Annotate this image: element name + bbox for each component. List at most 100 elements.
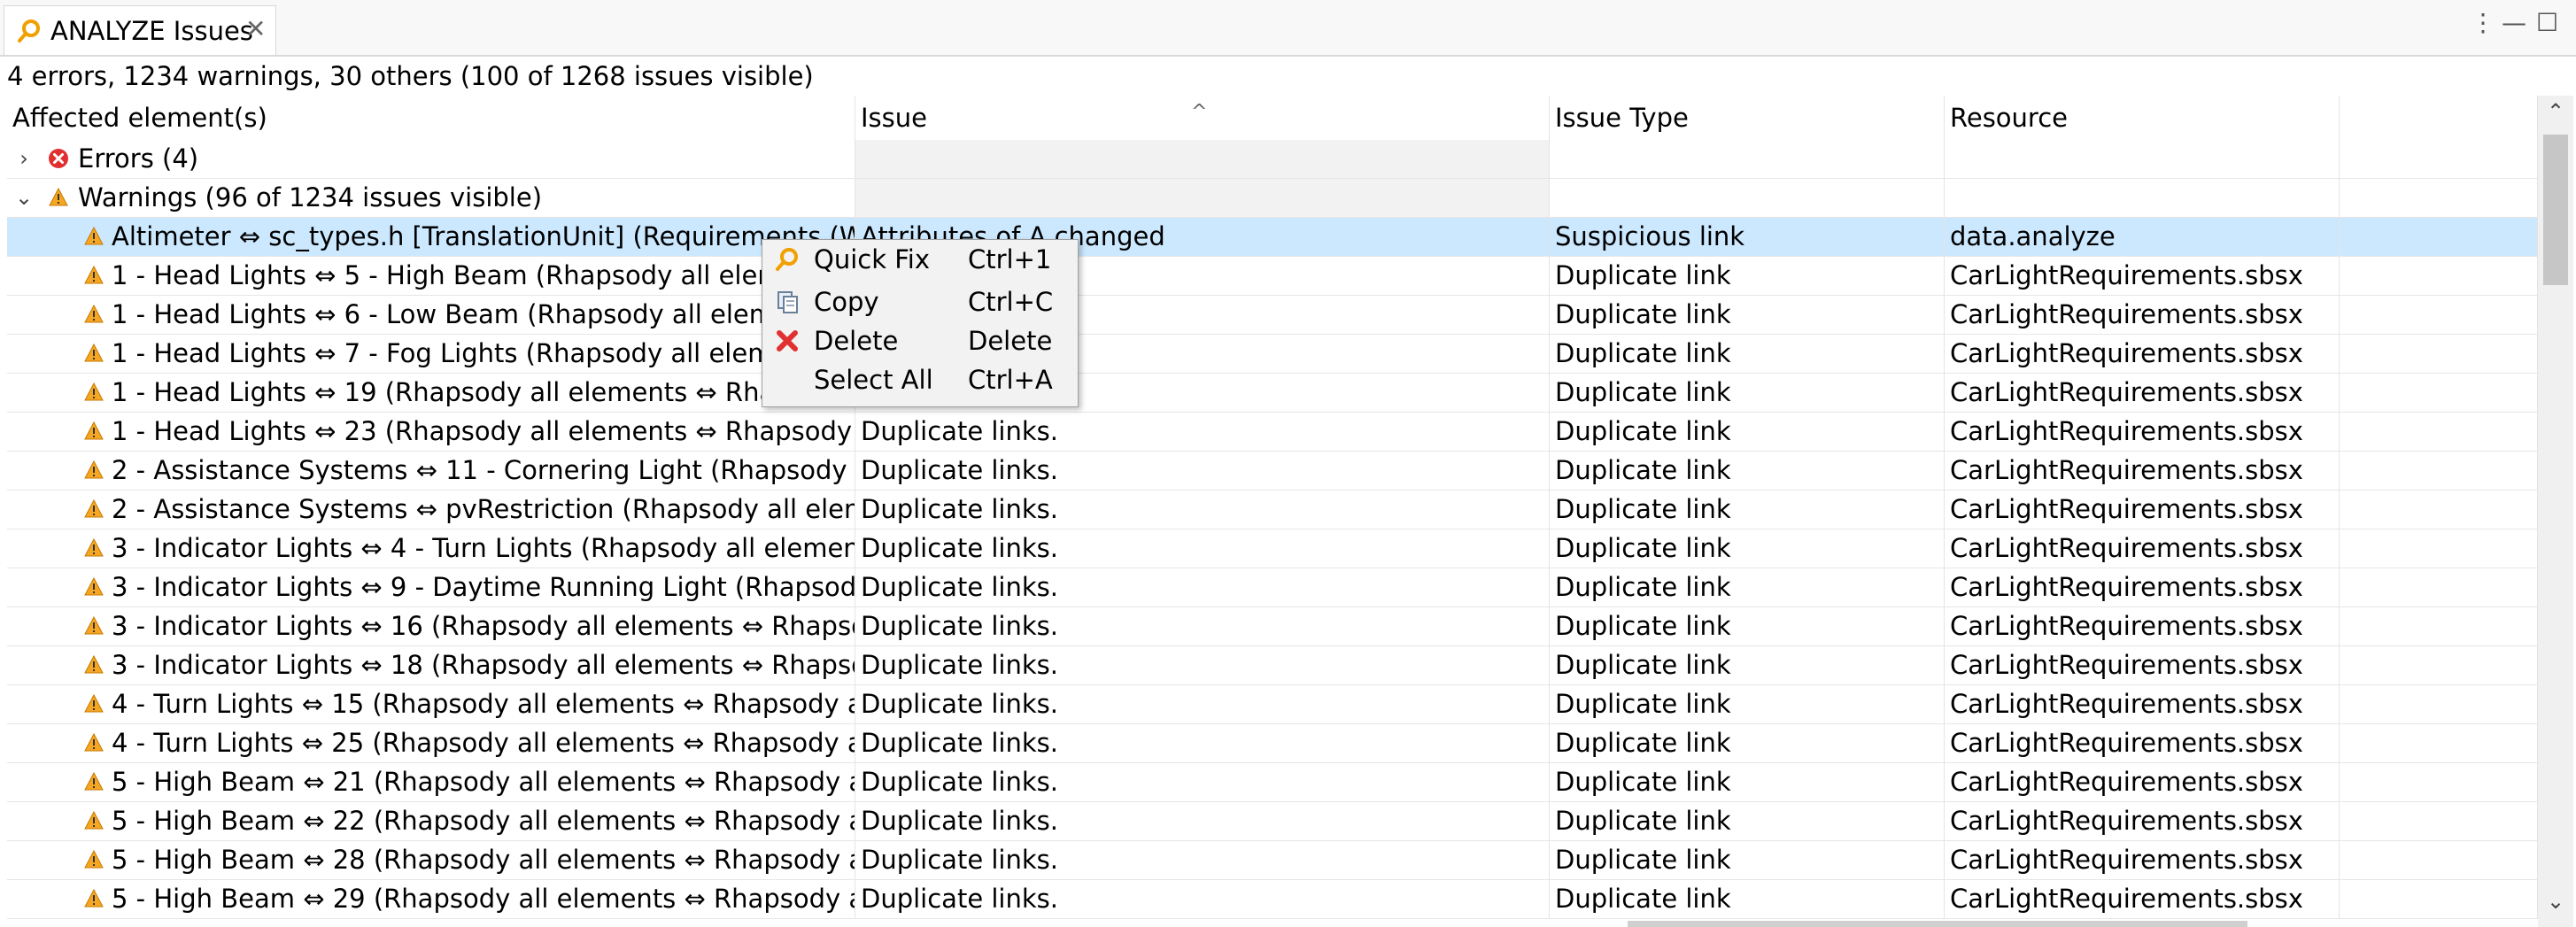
issue-cell: Duplicate links. bbox=[855, 568, 1550, 606]
column-header-resource[interactable]: Resource bbox=[1945, 96, 2340, 140]
warning-icon bbox=[49, 187, 68, 206]
table-row[interactable]: 1 - Head Lights ⇔ 7 - Fog Lights (Rhapso… bbox=[7, 335, 2538, 374]
warning-icon bbox=[84, 460, 104, 479]
issue-type-cell: Duplicate link bbox=[1550, 491, 1945, 529]
warning-icon bbox=[84, 498, 104, 518]
close-icon[interactable]: ✕ bbox=[245, 13, 266, 45]
scrollbar-thumb[interactable] bbox=[2543, 135, 2568, 285]
group-label-warnings: Warnings (96 of 1234 issues visible) bbox=[78, 182, 543, 212]
issue-type-cell: Duplicate link bbox=[1550, 802, 1945, 840]
table-row[interactable]: Altimeter ⇔ sc_types.h [TranslationUnit]… bbox=[7, 218, 2538, 257]
affected-element-cell: 2 - Assistance Systems ⇔ 11 - Cornering … bbox=[112, 455, 855, 485]
menu-item-delete[interactable]: Delete Delete bbox=[762, 321, 1078, 360]
affected-element-cell: 2 - Assistance Systems ⇔ pvRestriction (… bbox=[112, 494, 855, 524]
table-row[interactable]: 5 - High Beam ⇔ 22 (Rhapsody all element… bbox=[7, 802, 2538, 841]
resource-cell: CarLightRequirements.sbsx bbox=[1945, 685, 2340, 723]
resource-cell: CarLightRequirements.sbsx bbox=[1945, 607, 2340, 645]
warning-icon bbox=[84, 576, 104, 596]
table-row[interactable]: 5 - High Beam ⇔ 29 (Rhapsody all element… bbox=[7, 880, 2538, 919]
table-row[interactable]: 5 - High Beam ⇔ 28 (Rhapsody all element… bbox=[7, 841, 2538, 880]
warning-icon bbox=[84, 304, 104, 323]
table-row[interactable]: 4 - Turn Lights ⇔ 25 (Rhapsody all eleme… bbox=[7, 724, 2538, 763]
table-row[interactable]: 3 - Indicator Lights ⇔ 16 (Rhapsody all … bbox=[7, 607, 2538, 646]
table-row[interactable]: 4 - Turn Lights ⇔ 15 (Rhapsody all eleme… bbox=[7, 685, 2538, 724]
chevron-right-icon[interactable]: › bbox=[11, 140, 37, 178]
resource-cell: CarLightRequirements.sbsx bbox=[1945, 841, 2340, 879]
affected-element-cell: 1 - Head Lights ⇔ 5 - High Beam (Rhapsod… bbox=[112, 260, 839, 290]
resource-cell: CarLightRequirements.sbsx bbox=[1945, 413, 2340, 451]
issue-type-cell: Duplicate link bbox=[1550, 413, 1945, 451]
warning-icon bbox=[84, 265, 104, 284]
view-menu-icon[interactable]: ⋮ bbox=[2471, 7, 2495, 39]
scroll-down-icon[interactable]: ⌄ bbox=[2538, 889, 2573, 914]
column-header-filler bbox=[2340, 96, 2538, 140]
issue-cell: Duplicate links. bbox=[855, 763, 1550, 801]
affected-element-cell: 3 - Indicator Lights ⇔ 4 - Turn Lights (… bbox=[112, 533, 855, 563]
issue-type-cell: Duplicate link bbox=[1550, 335, 1945, 373]
menu-item-select-all[interactable]: Select All Ctrl+A bbox=[762, 360, 1078, 399]
issue-type-cell: Duplicate link bbox=[1550, 646, 1945, 684]
vertical-scrollbar[interactable]: ⌃ ⌄ bbox=[2538, 96, 2573, 927]
issue-type-cell: Duplicate link bbox=[1550, 724, 1945, 762]
issue-summary: 4 errors, 1234 warnings, 30 others (100 … bbox=[7, 61, 814, 91]
issue-cell: Duplicate links. bbox=[855, 685, 1550, 723]
issue-type-cell: Duplicate link bbox=[1550, 257, 1945, 295]
issue-type-cell: Suspicious link bbox=[1550, 218, 1945, 256]
table-row[interactable]: 1 - Head Lights ⇔ 5 - High Beam (Rhapsod… bbox=[7, 257, 2538, 296]
maximize-icon[interactable]: ☐ bbox=[2536, 7, 2558, 39]
tab-title: ANALYZE Issues bbox=[50, 16, 253, 46]
affected-element-cell: 1 - Head Lights ⇔ 19 (Rhapsody all eleme… bbox=[112, 377, 855, 407]
affected-element-cell: 4 - Turn Lights ⇔ 25 (Rhapsody all eleme… bbox=[112, 728, 855, 758]
scroll-up-icon[interactable]: ⌃ bbox=[2538, 99, 2573, 124]
issue-type-cell: Duplicate link bbox=[1550, 841, 1945, 879]
resource-cell: CarLightRequirements.sbsx bbox=[1945, 452, 2340, 490]
resource-cell: data.analyze bbox=[1945, 218, 2340, 256]
warning-icon bbox=[84, 888, 104, 908]
table-row[interactable]: 1 - Head Lights ⇔ 6 - Low Beam (Rhapsody… bbox=[7, 296, 2538, 335]
group-row-errors[interactable]: › Errors (4) bbox=[7, 140, 2538, 179]
resource-cell: CarLightRequirements.sbsx bbox=[1945, 724, 2340, 762]
tab-analyze-issues[interactable]: ANALYZE Issues ✕ bbox=[4, 5, 276, 55]
issue-type-cell: Duplicate link bbox=[1550, 296, 1945, 334]
resource-cell: CarLightRequirements.sbsx bbox=[1945, 296, 2340, 334]
table-row[interactable]: 1 - Head Lights ⇔ 23 (Rhapsody all eleme… bbox=[7, 413, 2538, 452]
table-row[interactable]: 2 - Assistance Systems ⇔ pvRestriction (… bbox=[7, 491, 2538, 529]
issue-type-cell: Duplicate link bbox=[1550, 685, 1945, 723]
chevron-down-icon[interactable]: ⌄ bbox=[11, 179, 37, 217]
group-row-warnings[interactable]: ⌄ Warnings (96 of 1234 issues visible) bbox=[7, 179, 2538, 218]
menu-item-quick-fix[interactable]: Quick Fix Ctrl+1 bbox=[762, 240, 1078, 279]
issue-cell: Duplicate links. bbox=[855, 646, 1550, 684]
table-row[interactable]: 5 - High Beam ⇔ 21 (Rhapsody all element… bbox=[7, 763, 2538, 802]
resource-cell: CarLightRequirements.sbsx bbox=[1945, 568, 2340, 606]
issue-type-cell: Duplicate link bbox=[1550, 880, 1945, 918]
column-header-affected-elements[interactable]: Affected element(s) bbox=[7, 96, 855, 140]
table-row[interactable]: 2 - Assistance Systems ⇔ 11 - Cornering … bbox=[7, 452, 2538, 491]
affected-element-cell: 5 - High Beam ⇔ 29 (Rhapsody all element… bbox=[112, 884, 855, 914]
warning-icon bbox=[84, 771, 104, 791]
delete-icon bbox=[777, 330, 798, 351]
group-label-errors: Errors (4) bbox=[78, 143, 199, 174]
resource-cell: CarLightRequirements.sbsx bbox=[1945, 257, 2340, 295]
affected-element-cell: 3 - Indicator Lights ⇔ 9 - Daytime Runni… bbox=[112, 572, 855, 602]
resource-cell: CarLightRequirements.sbsx bbox=[1945, 763, 2340, 801]
issue-cell: Duplicate links. bbox=[855, 724, 1550, 762]
warning-icon bbox=[84, 732, 104, 752]
issue-type-cell: Duplicate link bbox=[1550, 763, 1945, 801]
issues-table: Affected element(s) Issue ^ Issue Type R… bbox=[7, 96, 2538, 927]
menu-item-copy[interactable]: Copy Ctrl+C bbox=[762, 282, 1078, 321]
issue-cell: Duplicate links. bbox=[855, 607, 1550, 645]
table-row[interactable]: 3 - Indicator Lights ⇔ 9 - Daytime Runni… bbox=[7, 568, 2538, 607]
resource-cell: CarLightRequirements.sbsx bbox=[1945, 374, 2340, 412]
horizontal-scrollbar-thumb[interactable] bbox=[1628, 921, 2247, 927]
table-row[interactable]: 1 - Head Lights ⇔ 19 (Rhapsody all eleme… bbox=[7, 374, 2538, 413]
issue-type-cell: Duplicate link bbox=[1550, 529, 1945, 568]
table-row[interactable]: 3 - Indicator Lights ⇔ 18 (Rhapsody all … bbox=[7, 646, 2538, 685]
column-header-issue-type[interactable]: Issue Type bbox=[1550, 96, 1945, 140]
table-row[interactable]: 3 - Indicator Lights ⇔ 4 - Turn Lights (… bbox=[7, 529, 2538, 568]
warning-icon bbox=[84, 343, 104, 362]
resource-cell: CarLightRequirements.sbsx bbox=[1945, 335, 2340, 373]
minimize-icon[interactable]: — bbox=[2502, 7, 2526, 39]
resource-cell: CarLightRequirements.sbsx bbox=[1945, 880, 2340, 918]
issue-cell: Duplicate links. bbox=[855, 841, 1550, 879]
affected-element-cell: 4 - Turn Lights ⇔ 15 (Rhapsody all eleme… bbox=[112, 689, 855, 719]
